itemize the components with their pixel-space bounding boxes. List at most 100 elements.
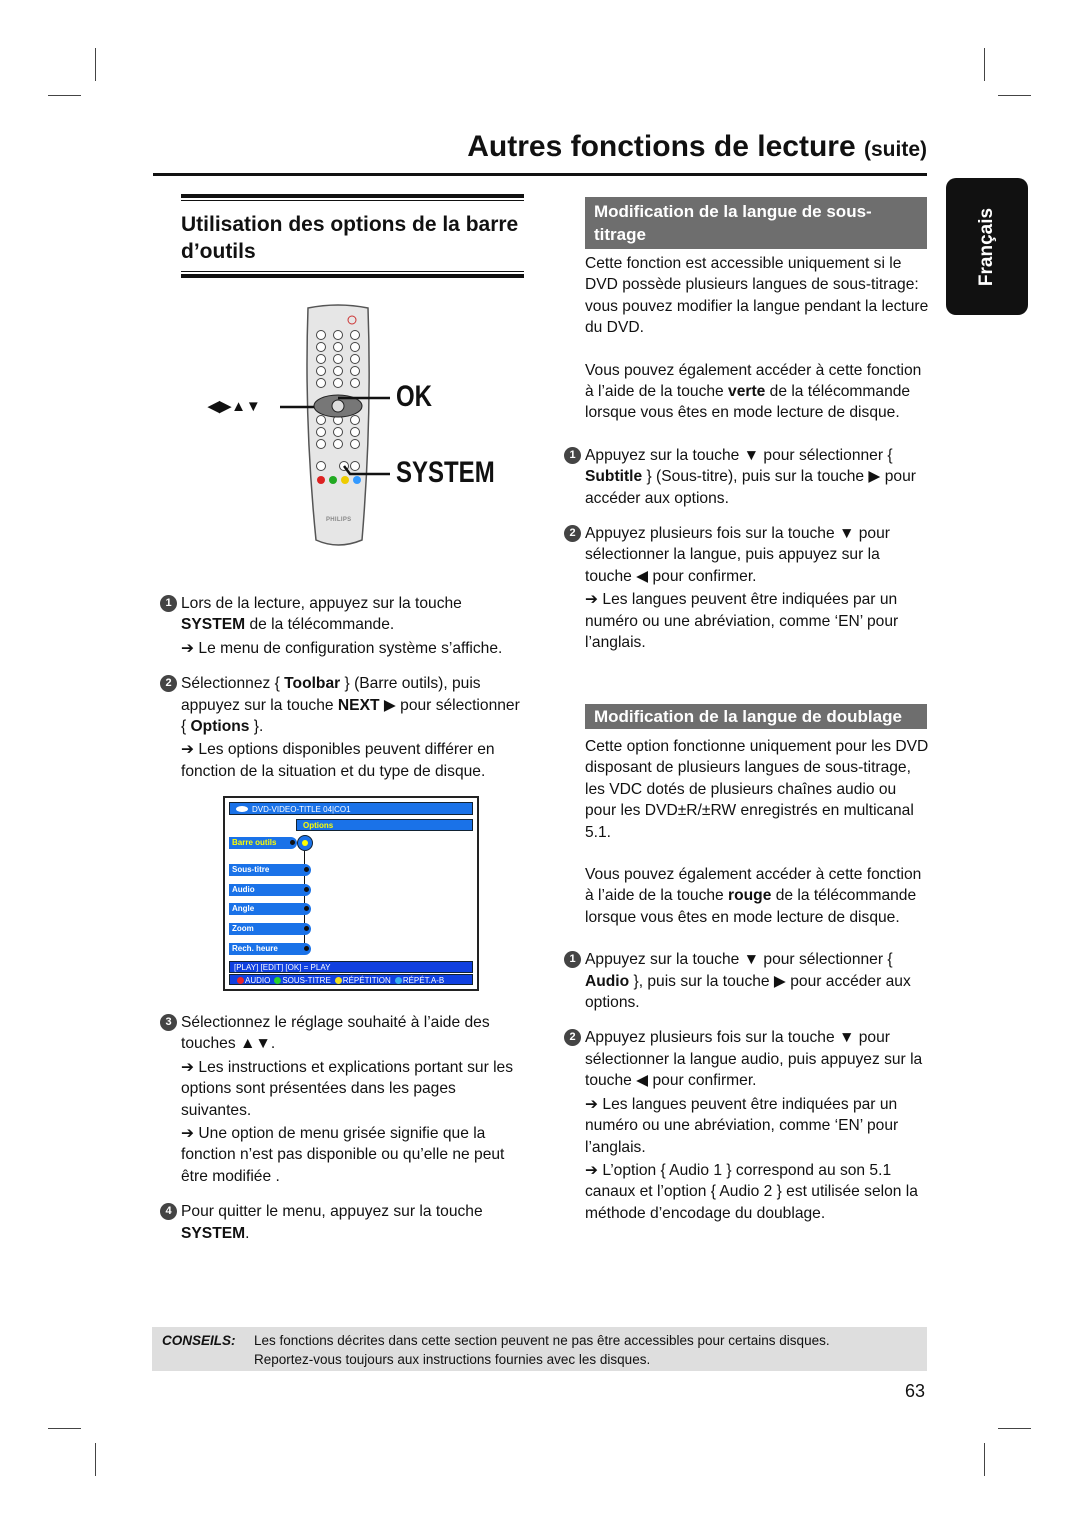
numbered-step: 1 Lors de la lecture, appuyez sur la touc…: [160, 593, 525, 659]
crop-mark: [998, 1428, 1031, 1429]
crop-mark: [984, 48, 985, 81]
text-run: Lors de la lecture, appuyez sur la touch…: [181, 595, 462, 612]
step-note: ➔ Une option de menu grisée signifie que…: [181, 1125, 505, 1185]
osd-menu-screenshot: DVD-VIDEO-TITLE 04|CO1 Options Barre out…: [223, 796, 479, 991]
step-number-icon: 3: [160, 1014, 177, 1031]
text-run: Appuyez sur la touche ▼ pour sélectionne…: [585, 951, 893, 969]
numbered-step: 3 Sélectionnez le réglage souhaité à l’ai…: [160, 1012, 525, 1187]
step-text: Appuyez sur la touche ▼ pour sélectionne…: [585, 949, 929, 1013]
step-note: ➔ Les options disponibles peuvent différ…: [181, 741, 495, 780]
left-heading: Utilisation des options de la barre d’ou…: [181, 194, 524, 278]
numbered-step: 2 Sélectionnez { Toolbar } (Barre outils)…: [160, 673, 525, 782]
page-title: Autres fonctions de lecture (suite): [467, 130, 927, 164]
tip-line: Reportez-vous toujours aux instructions …: [254, 1352, 651, 1367]
ok-label: OK: [396, 380, 432, 413]
step-number-icon: 1: [564, 446, 581, 464]
color-key-dot-icon: [334, 977, 342, 984]
paragraph: Vous pouvez également accéder à cette fo…: [585, 360, 929, 424]
color-key-dot-icon: [237, 977, 244, 984]
crop-mark: [998, 95, 1031, 96]
osd-title: DVD-VIDEO-TITLE 04|CO1: [252, 805, 351, 814]
nav-pad-icon: [297, 835, 313, 851]
osd-menu-item[interactable]: Audio: [229, 883, 311, 896]
bold-term: Subtitle: [585, 468, 643, 486]
text-run: Appuyez sur la touche ▼ pour sélectionne…: [585, 446, 893, 464]
page-number: 63: [904, 1381, 925, 1401]
language-tab: Français: [946, 178, 1028, 315]
system-label: SYSTEM: [396, 456, 495, 489]
color-key-dot-icon: [394, 977, 402, 984]
text-run: Cette fonction est accessible uniquement…: [585, 255, 929, 337]
step-number-icon: 2: [160, 675, 177, 693]
osd-menu-item[interactable]: Sous-titre: [229, 864, 311, 876]
crop-mark: [95, 48, 96, 81]
numbered-step: 1 Appuyez sur la touche ▼ pour sélectionn…: [564, 949, 929, 1013]
bold-term: Options: [190, 718, 250, 736]
paragraph: Vous pouvez également accéder à cette fo…: [585, 864, 929, 928]
steps-3-4: 3 Sélectionnez le réglage souhaité à l’ai…: [160, 1012, 525, 1258]
osd-options-header: Options: [296, 819, 473, 831]
bold-term: Toolbar: [284, 675, 341, 693]
step-text: Appuyez plusieurs fois sur la touche ▼ p…: [585, 1027, 929, 1091]
steps-1-2: 1 Lors de la lecture, appuyez sur la touc…: [160, 593, 525, 796]
osd-item-selected[interactable]: Barre outils: [229, 837, 297, 849]
text-run: de la télécommande.: [245, 616, 395, 634]
bold-term: SYSTEM: [181, 616, 246, 634]
text-run: Appuyez plusieurs fois sur la touche ▼ p…: [585, 1029, 923, 1090]
subtitle-section-body: Cette fonction est accessible uniquement…: [564, 253, 929, 668]
color-key-label: RÉPÉT.A-B: [402, 976, 445, 985]
numbered-step: 2 Appuyez plusieurs fois sur la touche ▼ …: [564, 1027, 929, 1224]
manual-page: Autres fonctions de lecture (suite) Fran…: [0, 0, 1080, 1524]
bold-term: verte: [728, 383, 766, 401]
numbered-step: 4 Pour quitter le menu, appuyez sur la to…: [160, 1201, 525, 1244]
osd-color-keys: AUDIO SOUS-TITRE RÉPÉTITION RÉPÉT.A-B: [229, 974, 473, 985]
step-note: ➔ Les instructions et explications porta…: [181, 1058, 514, 1119]
text-run: }.: [249, 718, 264, 736]
color-key-dot-icon: [274, 977, 282, 984]
paragraph: Cette option fonctionne uniquement pour …: [585, 736, 929, 843]
crop-mark: [48, 1428, 81, 1429]
step-number-icon: 2: [564, 525, 581, 543]
step-note: ➔ Les langues peuvent être indiquées par…: [585, 591, 899, 652]
osd-menu-item[interactable]: Zoom: [229, 923, 311, 936]
text-run: Sélectionnez le réglage souhaité à l’aid…: [181, 1014, 490, 1053]
osd-menu-item[interactable]: Rech. heure: [229, 942, 311, 955]
disc-icon: [236, 806, 248, 812]
step-text: Sélectionnez { Toolbar } (Barre outils),…: [181, 673, 525, 737]
text-run: .: [245, 1224, 250, 1242]
osd-footer: [PLAY] [EDIT] [OK] = PLAY: [229, 961, 473, 973]
crop-mark: [95, 1443, 96, 1476]
numbered-step: 2 Appuyez plusieurs fois sur la touche ▼ …: [564, 523, 929, 653]
tips-box: CONSEILS: Les fonctions décrites dans ce…: [152, 1327, 927, 1371]
section-heading: Utilisation des options de la barre d’ou…: [181, 213, 519, 263]
text-run: Cette option fonctionne uniquement pour …: [585, 738, 929, 841]
bold-term: rouge: [728, 887, 772, 905]
text-run: }, puis sur la touche ▶ pour accéder aux…: [585, 972, 911, 1012]
tips-label: CONSEILS:: [162, 1333, 236, 1348]
step-text: Sélectionnez le réglage souhaité à l’aid…: [181, 1012, 525, 1055]
crop-mark: [984, 1443, 985, 1476]
title-text: Autres fonctions de lecture: [467, 130, 856, 163]
arrow-keys-label: ◀▶▲▼: [208, 398, 261, 415]
audio-section-body: Cette option fonctionne uniquement pour …: [564, 736, 929, 1238]
step-text: Appuyez sur la touche ▼ pour sélectionne…: [585, 445, 929, 509]
title-suffix: (suite): [864, 138, 927, 161]
step-text: Lors de la lecture, appuyez sur la touch…: [181, 593, 525, 636]
paragraph: Cette fonction est accessible uniquement…: [585, 253, 929, 339]
step-text: Appuyez plusieurs fois sur la touche ▼ p…: [585, 523, 929, 587]
step-number-icon: 2: [564, 1029, 581, 1047]
text-run: Appuyez plusieurs fois sur la touche ▼ p…: [585, 525, 890, 585]
text-run: Pour quitter le menu, appuyez sur la tou…: [181, 1203, 483, 1221]
bold-term: SYSTEM: [181, 1224, 246, 1242]
step-note: ➔ L’option { Audio 1 } correspond au son…: [585, 1161, 918, 1222]
bold-term: NEXT: [337, 696, 380, 714]
osd-menu-item[interactable]: Angle: [229, 903, 311, 916]
section-heading-subtitle: Modification de la langue de sous-titrag…: [585, 197, 927, 249]
remote-brand-logo: PHILIPS: [326, 517, 352, 523]
language-tab-label: Français: [976, 207, 997, 286]
numbered-step: 1 Appuyez sur la touche ▼ pour sélectionn…: [564, 445, 929, 509]
step-number-icon: 1: [564, 951, 581, 969]
step-text: Pour quitter le menu, appuyez sur la tou…: [181, 1201, 525, 1244]
crop-mark: [48, 95, 81, 96]
osd-title-bar: DVD-VIDEO-TITLE 04|CO1: [229, 802, 473, 815]
